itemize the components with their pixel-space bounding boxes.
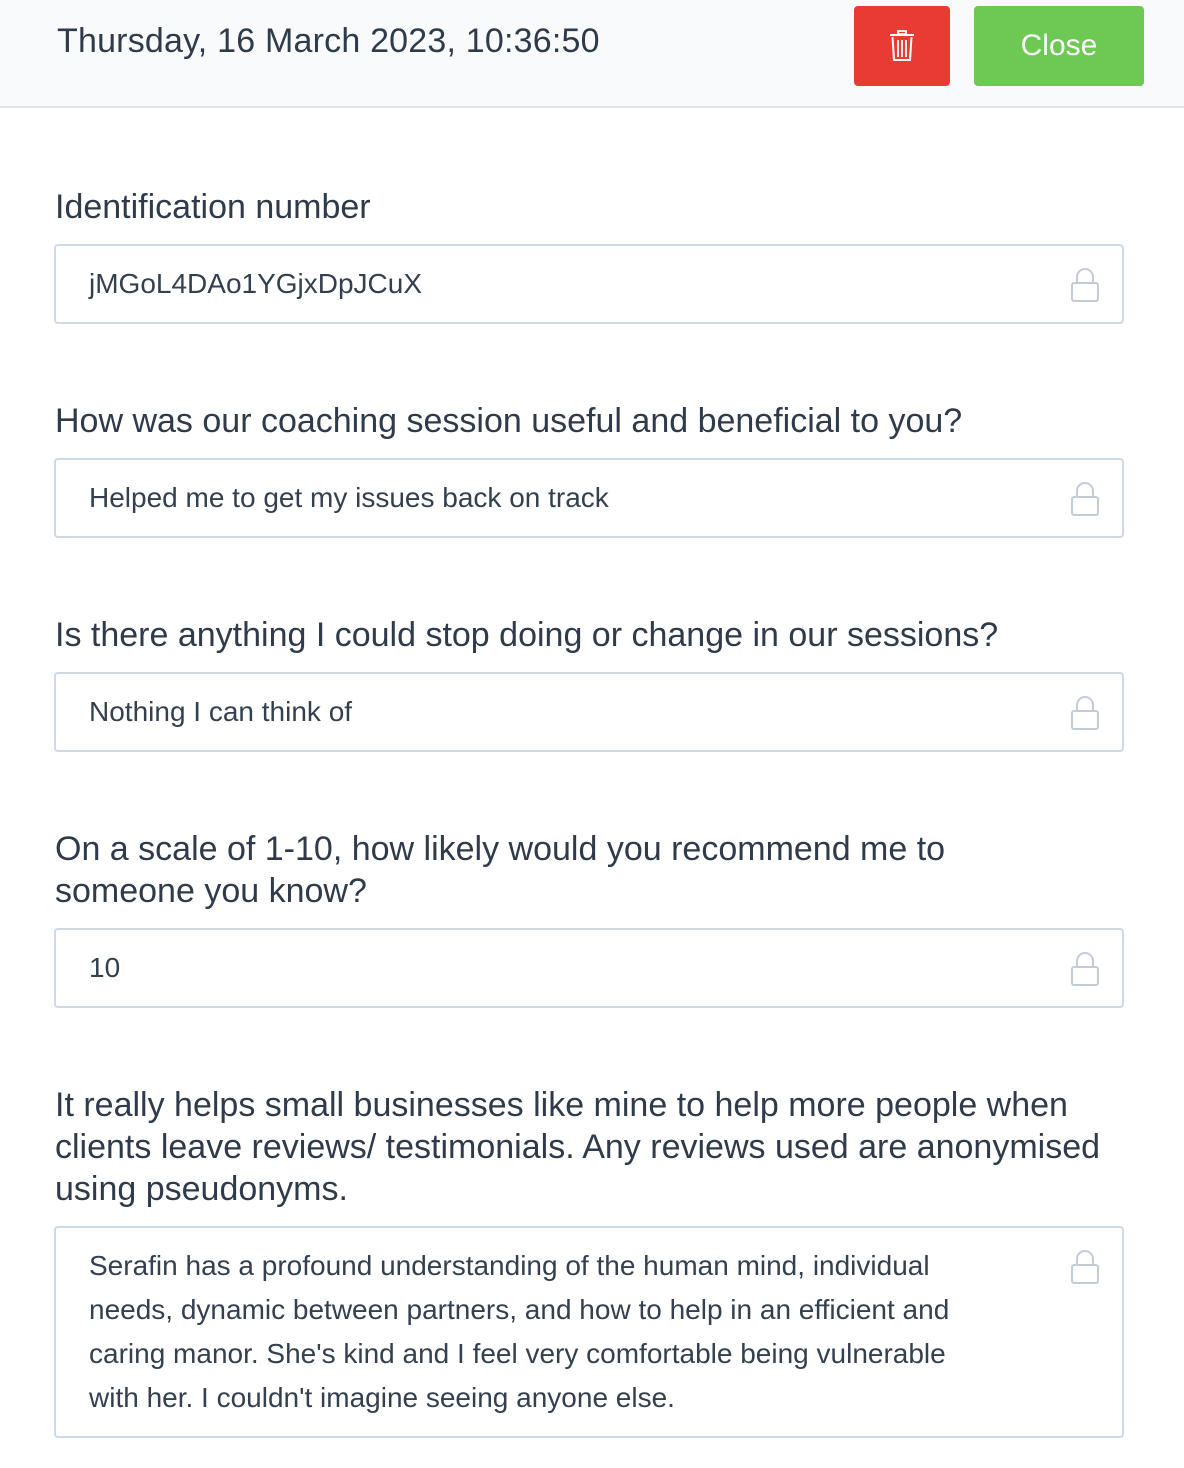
identification-value: jMGoL4DAo1YGjxDpJCuX: [89, 268, 423, 299]
lock-icon: [1071, 696, 1099, 730]
coaching-useful-field[interactable]: Helped me to get my issues back on track: [54, 458, 1124, 538]
field-label-identification: Identification number: [55, 188, 371, 226]
page-title: Thursday, 16 March 2023, 10:36:50: [57, 22, 600, 60]
field-label-coaching-useful: How was our coaching session useful and …: [55, 402, 963, 440]
field-label-reviews: It really helps small businesses like mi…: [55, 1086, 1101, 1208]
review-value: Serafin has a profound understanding of …: [89, 1250, 950, 1413]
field-label-recommend-scale: On a scale of 1-10, how likely would you…: [55, 830, 946, 910]
trash-icon: [890, 30, 914, 61]
stop-or-change-field[interactable]: Nothing I can think of: [54, 672, 1124, 752]
lock-icon: [1071, 268, 1099, 302]
header-bar: Thursday, 16 March 2023, 10:36:50 Close: [0, 0, 1184, 108]
lock-icon: [1071, 482, 1099, 516]
lock-icon: [1071, 952, 1099, 986]
delete-button[interactable]: [854, 6, 950, 86]
stop-or-change-value: Nothing I can think of: [89, 696, 353, 727]
recommend-scale-value: 10: [89, 952, 121, 983]
identification-field[interactable]: jMGoL4DAo1YGjxDpJCuX: [54, 244, 1124, 324]
close-button[interactable]: Close: [974, 6, 1144, 86]
review-field[interactable]: Serafin has a profound understanding of …: [54, 1226, 1124, 1438]
lock-icon: [1071, 1250, 1099, 1284]
field-label-stop-or-change: Is there anything I could stop doing or …: [55, 616, 999, 654]
recommend-scale-field[interactable]: 10: [54, 928, 1124, 1008]
coaching-useful-value: Helped me to get my issues back on track: [89, 482, 609, 513]
